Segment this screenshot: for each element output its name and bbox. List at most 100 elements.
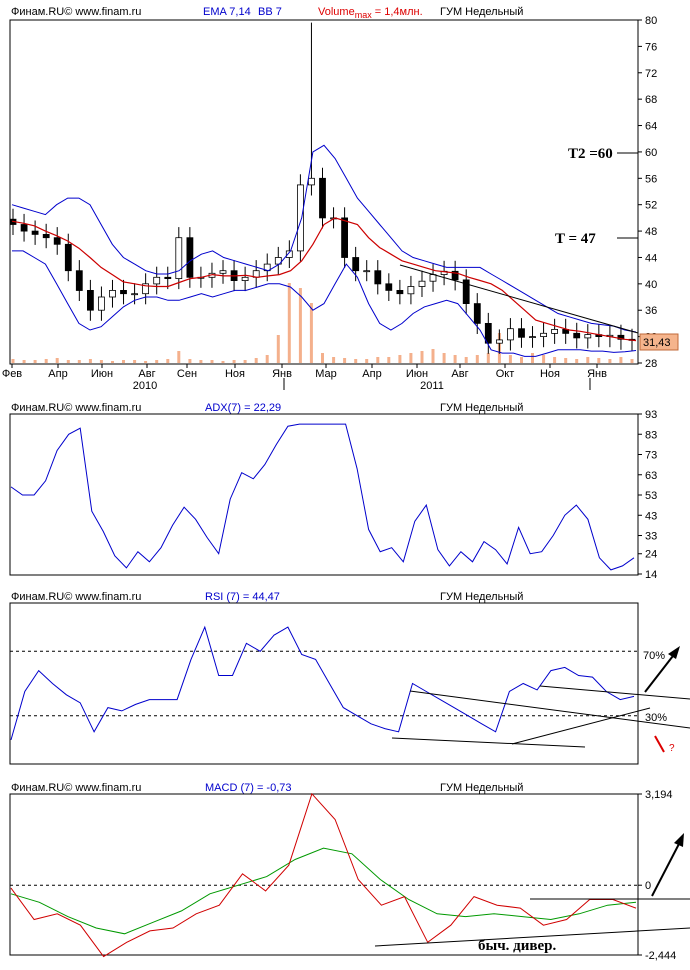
volume-bar: [111, 361, 114, 363]
adx-ytick-label: 93: [645, 409, 657, 421]
rsi-panel-frame: [9, 602, 639, 765]
price-year-label: 2010: [133, 380, 157, 392]
macd-panel-frame: [9, 793, 639, 956]
candle-body: [131, 293, 139, 296]
volume-bar: [453, 355, 457, 363]
volume-prefix: Volume: [318, 6, 355, 18]
candle-body: [473, 303, 481, 324]
volume-bar: [243, 360, 247, 363]
candle-body: [319, 177, 326, 219]
volume-bar: [520, 357, 523, 363]
price-xtick-label: Окт: [496, 368, 515, 380]
candle-body: [120, 289, 127, 295]
candle-body: [584, 334, 592, 339]
price-ytick-label: 40: [645, 279, 657, 291]
volume-bar: [321, 353, 324, 363]
price-ytick-label: 48: [645, 226, 657, 238]
candle-body: [396, 289, 404, 295]
volume-bar: [287, 283, 291, 363]
volume-bar: [265, 355, 269, 363]
volume-bar: [166, 359, 170, 363]
price-ytick-label: 56: [645, 173, 657, 185]
volume-bar: [99, 360, 103, 363]
candle-body: [385, 283, 393, 291]
price-ytick-label: 76: [645, 41, 657, 53]
volume-bar: [232, 360, 236, 363]
price-ytick-label: 68: [645, 94, 657, 106]
volume-bar: [420, 351, 424, 363]
rsi-instrument-label: ГУМ Недельный: [440, 591, 523, 603]
price-ytick-label: 44: [645, 253, 657, 265]
volume-bar: [464, 357, 468, 363]
price-xtick-label: Авг: [451, 368, 468, 380]
volume-bar: [387, 357, 391, 363]
volume-bar: [442, 353, 446, 363]
volume-bar: [409, 353, 413, 363]
price-ytick-label: 36: [645, 305, 657, 317]
candle-body: [164, 276, 172, 279]
volume-sub: max: [355, 10, 373, 20]
price-ytick-label: 72: [645, 68, 657, 80]
candle-body: [64, 243, 72, 272]
macd-label: MACD (7) = -0,73: [205, 782, 292, 794]
adx-y-axis: 14 24 33 43 53 63 73 83 93: [638, 409, 657, 581]
candle-body: [153, 276, 161, 285]
volume-bar: [122, 360, 125, 363]
candle-body: [551, 328, 558, 334]
adx-ytick-label: 43: [645, 510, 657, 522]
candle-body: [87, 289, 94, 311]
volume-bar: [575, 359, 579, 363]
volume-bar: [188, 359, 192, 363]
volume-bar: [630, 359, 634, 363]
rsi-down-arrow: [654, 735, 665, 753]
volume-bar: [33, 360, 37, 363]
candle-body: [186, 237, 194, 278]
candle-body: [296, 184, 304, 252]
t2-annotation: T2 =60: [568, 146, 613, 162]
volume-value: = 1,4млн.: [372, 6, 423, 18]
volume-bar: [564, 358, 568, 363]
volume-bar: [155, 360, 159, 363]
last-price-value: 31,43: [643, 337, 671, 349]
volume-bar: [475, 355, 479, 363]
price-xtick-label: Фев: [2, 368, 22, 380]
volume-bar: [177, 351, 181, 363]
volume-bar: [199, 360, 203, 363]
price-ytick-label: 60: [645, 147, 657, 159]
rsi-70-label: 70%: [643, 650, 665, 662]
macd-ytick-label: 3,194: [645, 789, 673, 801]
volume-bar: [398, 355, 402, 363]
price-bb-label: BB 7: [258, 6, 282, 18]
price-year-label: 2011: [420, 380, 444, 392]
price-xtick-label: Ноя: [225, 368, 245, 380]
rsi-source-label: Финам.RU© www.finam.ru: [11, 591, 141, 603]
candle-body: [573, 332, 581, 339]
volume-bar: [11, 359, 15, 363]
adx-ytick-label: 33: [645, 531, 657, 543]
volume-bar: [531, 353, 534, 363]
volume-bar: [542, 355, 546, 363]
volume-bar: [144, 361, 148, 363]
volume-bar: [365, 359, 369, 363]
volume-bar: [22, 360, 26, 363]
price-instrument-label: ГУМ Недельный: [440, 6, 523, 18]
volume-bar: [210, 360, 214, 363]
candle-body: [53, 237, 61, 245]
volume-bar: [619, 357, 623, 363]
adx-ytick-label: 73: [645, 450, 657, 462]
volume-bar: [221, 361, 225, 363]
candle-body: [31, 230, 39, 235]
price-xtick-label: Янв: [272, 368, 292, 380]
macd-instrument-label: ГУМ Недельный: [440, 782, 523, 794]
candle-body: [540, 332, 547, 337]
price-y-axis: 2832364044485256606468727680: [638, 15, 657, 370]
candle-body: [20, 224, 28, 232]
volume-bar: [597, 358, 601, 363]
volume-bar: [133, 360, 137, 363]
price-xtick-label: Июн: [406, 368, 428, 380]
adx-ytick-label: 63: [645, 470, 657, 482]
volume-bar: [44, 359, 48, 363]
adx-ytick-label: 83: [645, 429, 657, 441]
macd-source-label: Финам.RU© www.finam.ru: [11, 782, 141, 794]
volume-bar: [276, 335, 280, 363]
